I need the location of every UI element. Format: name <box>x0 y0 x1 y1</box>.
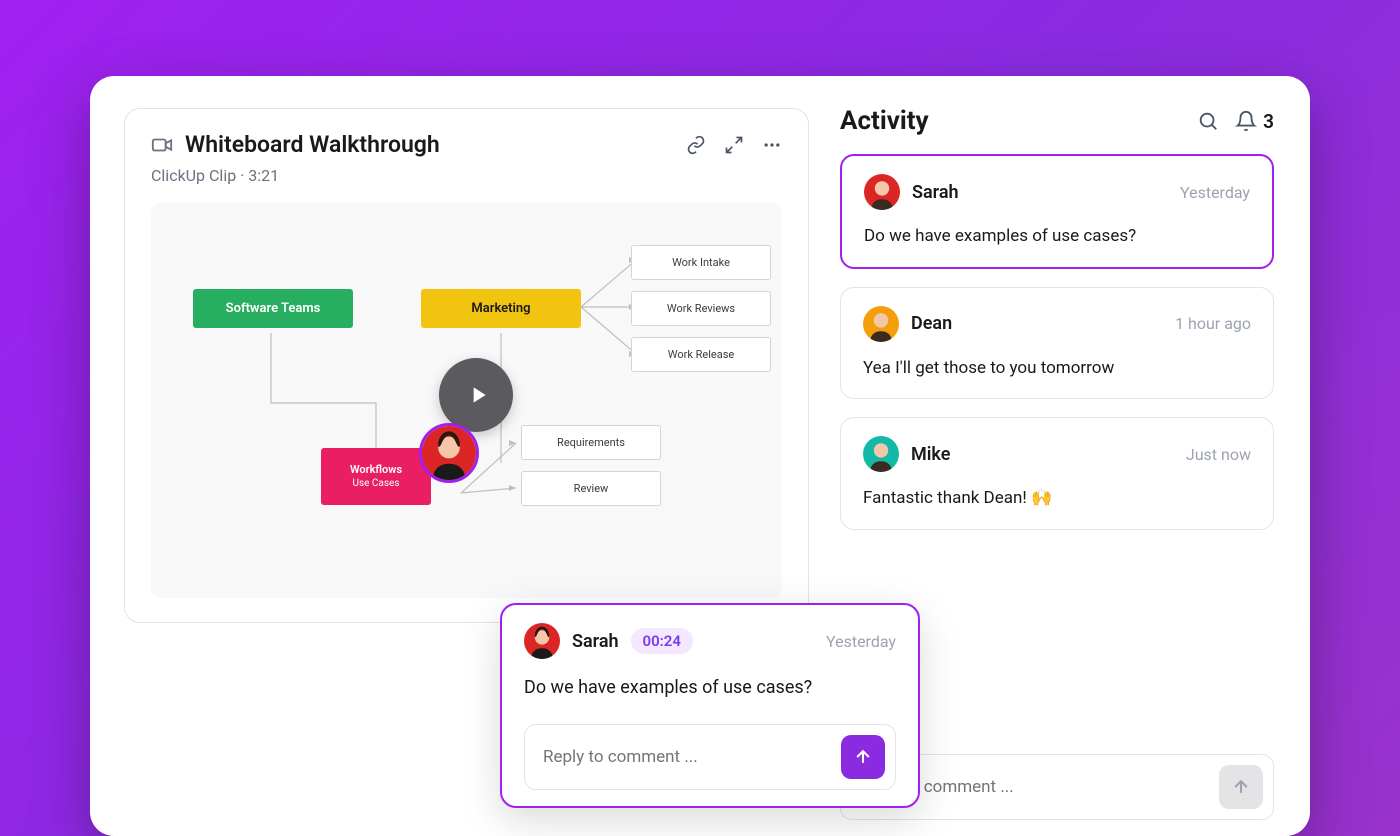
comment-card[interactable]: Mike Just now Fantastic thank Dean! 🙌 <box>840 417 1274 530</box>
expand-icon[interactable] <box>724 135 744 155</box>
avatar <box>863 436 899 472</box>
search-icon[interactable] <box>1197 110 1219 132</box>
send-button[interactable] <box>841 735 885 779</box>
popup-author: Sarah <box>572 631 619 652</box>
diagram-node-work-reviews[interactable]: Work Reviews <box>631 291 771 326</box>
clip-card: Whiteboard Walkthrough ClickUp Clip · 3:… <box>124 108 809 623</box>
clip-title: Whiteboard Walkthrough <box>185 131 440 158</box>
comment-header: Sarah Yesterday <box>864 174 1250 210</box>
popup-reply-row <box>524 724 896 790</box>
app-window: Whiteboard Walkthrough ClickUp Clip · 3:… <box>90 76 1310 836</box>
diagram-node-workflows[interactable]: Workflows Use Cases <box>321 448 431 505</box>
bell-icon[interactable]: 3 <box>1235 110 1274 133</box>
diagram-node-requirements[interactable]: Requirements <box>521 425 661 460</box>
workflows-sub: Use Cases <box>329 477 423 491</box>
timestamp-badge[interactable]: 00:24 <box>631 628 693 654</box>
diagram-node-work-intake[interactable]: Work Intake <box>631 245 771 280</box>
comment-header: Dean 1 hour ago <box>863 306 1251 342</box>
popup-time: Yesterday <box>826 632 896 651</box>
avatar <box>524 623 560 659</box>
comments-list: Sarah Yesterday Do we have examples of u… <box>840 136 1274 530</box>
avatar <box>864 174 900 210</box>
diagram-node-review[interactable]: Review <box>521 471 661 506</box>
comment-author: Sarah <box>912 182 959 203</box>
activity-title: Activity <box>840 106 929 136</box>
comment-time: Just now <box>1186 445 1251 464</box>
diagram-canvas[interactable]: Software Teams Marketing Workflows Use C… <box>151 203 782 598</box>
popup-text: Do we have examples of use cases? <box>524 675 896 700</box>
comment-text: Fantastic thank Dean! 🙌 <box>863 486 1251 511</box>
avatar <box>863 306 899 342</box>
notification-count: 3 <box>1263 110 1274 133</box>
comment-card[interactable]: Sarah Yesterday Do we have examples of u… <box>840 154 1274 269</box>
play-button[interactable] <box>439 358 513 432</box>
comment-popup: Sarah 00:24 Yesterday Do we have example… <box>500 603 920 808</box>
more-icon[interactable] <box>762 135 782 155</box>
comment-text: Yea I'll get those to you tomorrow <box>863 356 1251 381</box>
workflows-title: Workflows <box>350 463 402 476</box>
comment-card[interactable]: Dean 1 hour ago Yea I'll get those to yo… <box>840 287 1274 400</box>
link-icon[interactable] <box>686 135 706 155</box>
comment-time: 1 hour ago <box>1175 314 1251 333</box>
presenter-cursor-avatar <box>419 423 479 483</box>
comment-text: Do we have examples of use cases? <box>864 224 1250 249</box>
diagram-node-software-teams[interactable]: Software Teams <box>193 289 353 328</box>
popup-reply-input[interactable] <box>543 747 831 767</box>
clip-subtitle: ClickUp Clip · 3:21 <box>151 166 782 185</box>
diagram-node-work-release[interactable]: Work Release <box>631 337 771 372</box>
video-icon <box>151 134 173 156</box>
clip-pane: Whiteboard Walkthrough ClickUp Clip · 3:… <box>90 76 820 836</box>
clip-header: Whiteboard Walkthrough <box>151 131 782 158</box>
comment-time: Yesterday <box>1180 183 1250 202</box>
diagram-node-marketing[interactable]: Marketing <box>421 289 581 328</box>
comment-author: Dean <box>911 313 952 334</box>
send-button-disabled[interactable] <box>1219 765 1263 809</box>
comment-author: Mike <box>911 444 950 465</box>
comment-header: Mike Just now <box>863 436 1251 472</box>
activity-header: Activity 3 <box>840 106 1274 136</box>
popup-header: Sarah 00:24 Yesterday <box>524 623 896 659</box>
